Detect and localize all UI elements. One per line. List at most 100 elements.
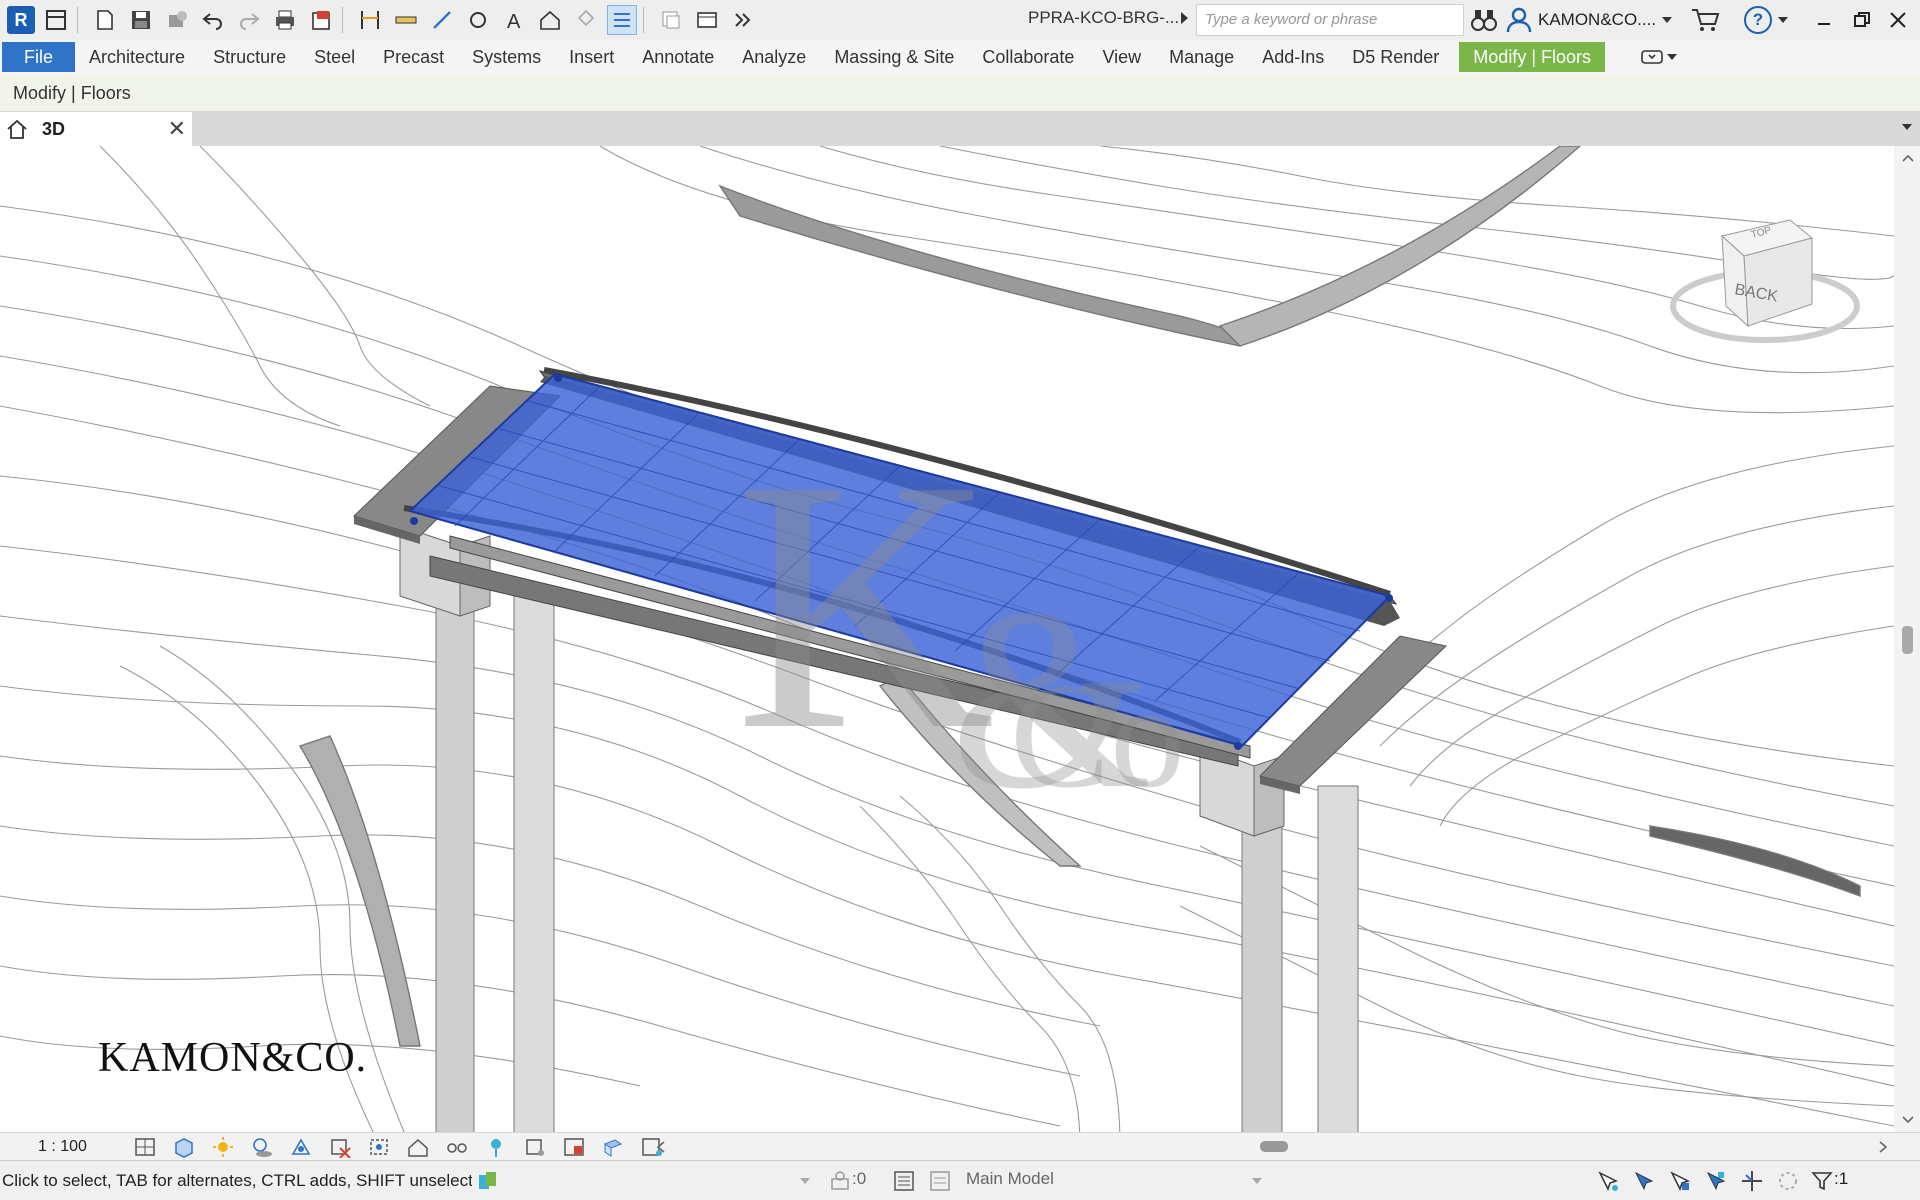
bridge-3d-model-canvas[interactable]: K & Co BACK TOP <box>0 146 1894 1146</box>
tab-analyze[interactable]: Analyze <box>728 42 820 72</box>
tab-manage[interactable]: Manage <box>1155 42 1248 72</box>
view-tab-bar: 3D ✕ <box>0 112 1920 146</box>
crop-view-icon[interactable] <box>328 1136 352 1158</box>
user-account-menu[interactable]: KAMON&CO.... <box>1506 4 1673 36</box>
tab-collaborate[interactable]: Collaborate <box>968 42 1088 72</box>
detail-line-icon[interactable] <box>427 5 457 35</box>
close-window-icon[interactable] <box>1880 5 1916 35</box>
select-pinned-icon[interactable] <box>1668 1169 1692 1193</box>
sun-path-icon[interactable] <box>211 1136 235 1158</box>
status-bar: Click to select, TAB for alternates, CTR… <box>0 1160 1920 1200</box>
tab-add-ins[interactable]: Add-Ins <box>1248 42 1338 72</box>
more-tools-icon[interactable] <box>728 5 758 35</box>
active-model[interactable]: Main Model <box>966 1169 1054 1189</box>
horizontal-scroll-thumb[interactable] <box>1260 1141 1288 1152</box>
search-input[interactable]: Type a keyword or phrase <box>1196 4 1464 36</box>
tab-massing-site[interactable]: Massing & Site <box>820 42 968 72</box>
scroll-down-icon[interactable] <box>1902 1116 1914 1124</box>
chevron-down-icon <box>1662 17 1673 23</box>
tab-modify-floors[interactable]: Modify | Floors <box>1459 42 1605 72</box>
tab-file[interactable]: File <box>2 42 76 72</box>
shadows-icon[interactable] <box>250 1136 274 1158</box>
undo-icon[interactable] <box>198 5 228 35</box>
sync-icon[interactable] <box>162 5 192 35</box>
chevron-down-icon[interactable] <box>800 1178 810 1184</box>
measure-icon[interactable] <box>391 5 421 35</box>
reveal-hidden-icon[interactable] <box>484 1136 508 1158</box>
view-list-menu-icon[interactable] <box>1902 124 1912 130</box>
minimize-icon[interactable] <box>1806 5 1842 35</box>
view-tab-3d[interactable]: 3D ✕ <box>0 112 192 146</box>
ribbon-display-toggle[interactable] <box>1641 49 1677 65</box>
design-options-list-icon[interactable] <box>928 1169 952 1193</box>
new-file-icon[interactable] <box>90 5 120 35</box>
restore-icon[interactable] <box>1844 5 1880 35</box>
vertical-scrollbar[interactable] <box>1894 146 1920 1146</box>
show-crop-region-icon[interactable] <box>367 1136 391 1158</box>
tab-insert[interactable]: Insert <box>555 42 628 72</box>
align-dimension-icon[interactable] <box>355 5 385 35</box>
select-by-face-icon[interactable] <box>1704 1169 1728 1193</box>
worksharing-display-icon[interactable] <box>562 1136 586 1158</box>
user-name: KAMON&CO.... <box>1538 10 1657 29</box>
home-menu-icon[interactable] <box>41 5 71 35</box>
tab-structure[interactable]: Structure <box>199 42 300 72</box>
shopping-cart-icon[interactable] <box>1690 7 1720 33</box>
view-scale[interactable]: 1 : 100 <box>38 1138 118 1156</box>
reveal-constraints-icon[interactable] <box>601 1136 625 1158</box>
design-options-icon[interactable] <box>476 1169 500 1193</box>
revit-logo-icon[interactable]: R <box>7 6 35 34</box>
temporary-view-properties-icon[interactable] <box>523 1136 547 1158</box>
text-icon[interactable]: A <box>499 5 529 35</box>
section-icon[interactable] <box>571 5 601 35</box>
scroll-right-icon[interactable] <box>1878 1141 1888 1153</box>
print-icon[interactable] <box>270 5 300 35</box>
chevron-down-icon[interactable] <box>1252 1178 1262 1184</box>
watermark-monogram: K & Co <box>735 405 1185 843</box>
visual-style-icon[interactable] <box>172 1136 196 1158</box>
tab-view[interactable]: View <box>1088 42 1155 72</box>
temporary-hide-icon[interactable] <box>445 1136 469 1158</box>
binoculars-icon[interactable] <box>1470 7 1498 33</box>
filter-icon[interactable] <box>1810 1169 1834 1193</box>
tab-architecture[interactable]: Architecture <box>75 42 199 72</box>
switch-windows-icon[interactable] <box>692 5 722 35</box>
scroll-left-icon[interactable] <box>656 1141 666 1153</box>
detail-level-icon[interactable] <box>133 1136 157 1158</box>
save-icon[interactable] <box>126 5 156 35</box>
export-icon[interactable] <box>306 5 336 35</box>
drag-elements-icon[interactable] <box>1740 1169 1764 1193</box>
chevron-down-icon[interactable] <box>1778 17 1788 23</box>
rendering-dialog-icon[interactable] <box>289 1136 313 1158</box>
tab-d5-render[interactable]: D5 Render <box>1338 42 1453 72</box>
unlocked-3d-view-icon[interactable] <box>406 1136 430 1158</box>
select-links-icon[interactable] <box>1596 1169 1620 1193</box>
3d-viewport[interactable]: K & Co BACK TOP KAMON&CO. <box>0 146 1894 1146</box>
default-3d-view-icon[interactable] <box>535 5 565 35</box>
tab-precast[interactable]: Precast <box>369 42 458 72</box>
thin-lines-icon[interactable] <box>607 5 637 35</box>
horizontal-scrollbar[interactable] <box>656 1136 1896 1158</box>
close-icon[interactable]: ✕ <box>168 116 186 142</box>
tag-icon[interactable] <box>463 5 493 35</box>
close-hidden-windows-icon[interactable] <box>656 5 686 35</box>
worksets-count: :0 <box>852 1169 867 1188</box>
worksets-icon[interactable] <box>892 1169 916 1193</box>
status-message: Click to select, TAB for alternates, CTR… <box>2 1170 472 1190</box>
redo-icon[interactable] <box>234 5 264 35</box>
scroll-up-icon[interactable] <box>1902 154 1914 162</box>
tab-systems[interactable]: Systems <box>458 42 555 72</box>
select-underlay-icon[interactable] <box>1632 1169 1656 1193</box>
background-processes-icon[interactable] <box>1776 1169 1800 1193</box>
tab-annotate[interactable]: Annotate <box>628 42 728 72</box>
view-tab-label: 3D <box>42 118 66 139</box>
document-title: PPRA-KCO-BRG-... <box>1028 8 1180 27</box>
document-menu-arrow-icon[interactable] <box>1181 12 1188 24</box>
help-icon[interactable]: ? <box>1744 6 1772 34</box>
viewcube-navigation[interactable]: BACK TOP <box>1670 219 1860 343</box>
tab-steel[interactable]: Steel <box>300 42 369 72</box>
editable-only-icon[interactable] <box>828 1169 852 1193</box>
svg-text:Co: Co <box>1010 653 1185 819</box>
vertical-scroll-thumb[interactable] <box>1902 626 1913 654</box>
company-logo: KAMON&CO. <box>98 1035 368 1081</box>
